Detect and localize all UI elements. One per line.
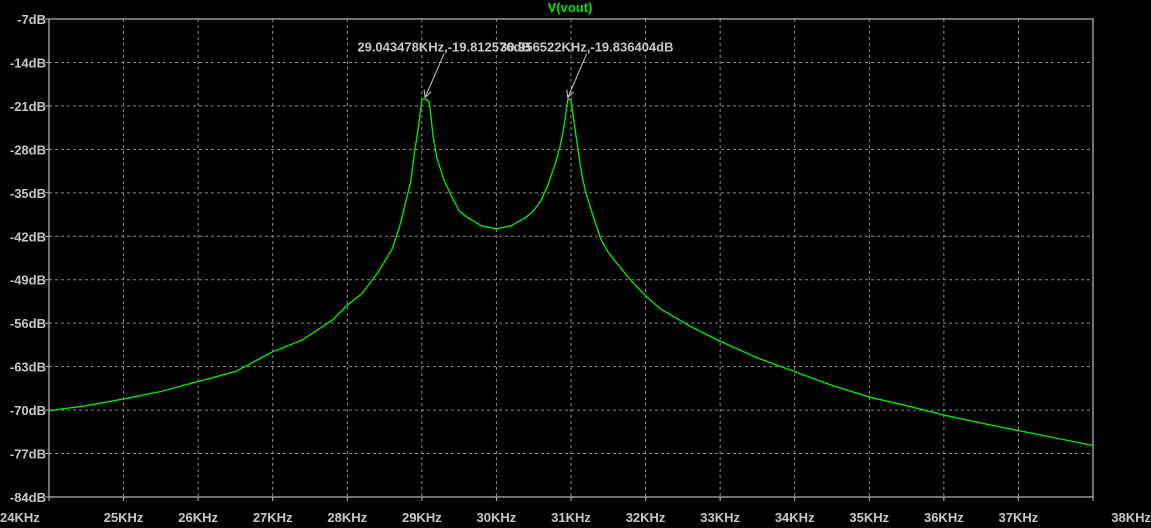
plot-area[interactable]: 24KHz 25KHz 26KHz 27KHz 28KHz 29KHz 30KHz 31KHz… [0,0,1151,528]
x-tick-label: 37KHz [999,510,1039,525]
x-tick-label: 29KHz [402,510,442,525]
x-tick-label: 36KHz [924,510,964,525]
x-tick-label: 32KHz [626,510,666,525]
x-tick-label: 34KHz [775,510,815,525]
y-tick-label: -7dB [17,12,46,27]
y-tick-label: -56dB [10,316,46,331]
x-tick-label: 24KHz [0,510,40,525]
y-tick-label: -42dB [10,229,46,244]
x-tick-label: 33KHz [700,510,740,525]
cursor-label: 30.956522KHz,-19.836404dB [500,40,673,55]
chart-title[interactable]: V(vout) [548,0,593,15]
x-tick-label: 30KHz [477,510,517,525]
x-tick-label: 31KHz [551,510,591,525]
x-tick-label: 27KHz [253,510,293,525]
x-tick-label: 28KHz [327,510,367,525]
y-tick-label: -28dB [10,142,46,157]
x-tick-label: 26KHz [178,510,218,525]
y-tick-label: -84dB [10,490,46,505]
y-tick-label: -63dB [10,360,46,375]
y-tick-label: -49dB [10,273,46,288]
x-tick-label: 38KHz [1111,510,1151,525]
y-tick-label: -77dB [10,447,46,462]
x-tick-label: 35KHz [849,510,889,525]
y-tick-label: -21dB [10,99,46,114]
y-tick-label: -14dB [10,55,46,70]
x-tick-label: 25KHz [104,510,144,525]
y-tick-label: -70dB [10,403,46,418]
y-tick-label: -35dB [10,186,46,201]
